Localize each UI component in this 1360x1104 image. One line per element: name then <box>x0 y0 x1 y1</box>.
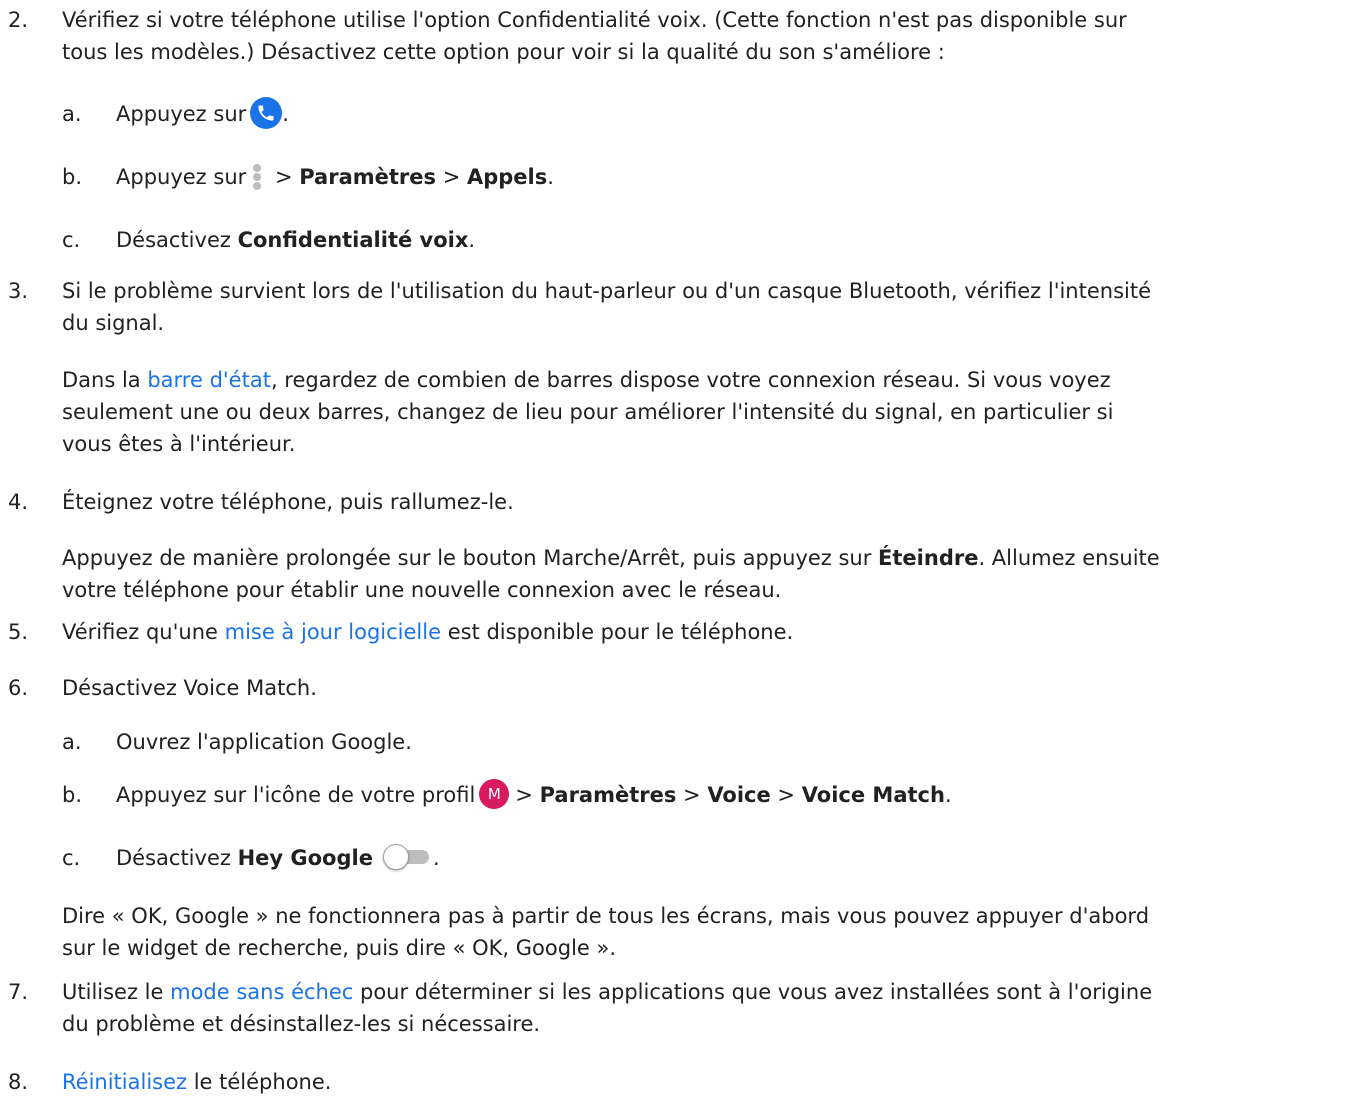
toggle-off-icon <box>381 841 433 873</box>
menu-path-voice-match: Voice Match <box>801 783 945 807</box>
step-number: 7. <box>8 980 29 1004</box>
setting-name: Hey Google <box>237 846 373 870</box>
step-3-detail: Dans la barre d'état, regardez de combie… <box>62 368 1114 456</box>
menu-path-settings: Paramètres <box>299 165 437 189</box>
menu-path-voice: Voice <box>707 783 771 807</box>
status-bar-link[interactable]: barre d'état <box>147 368 271 392</box>
substep-text: Appuyez sur <box>116 165 247 189</box>
step-number: 3. <box>8 279 29 303</box>
setting-name: Confidentialité voix <box>237 228 469 252</box>
substep-letter: c. <box>62 846 81 870</box>
step-6-note: Dire « OK, Google » ne fonctionnera pas … <box>62 904 1150 960</box>
profile-avatar-icon: M <box>479 779 510 809</box>
step-text-line: tous les modèles.) Désactivez cette opti… <box>62 40 945 64</box>
step-number: 2. <box>8 8 29 32</box>
step-number: 8. <box>8 1070 29 1094</box>
menu-path-settings: Paramètres <box>539 783 677 807</box>
step-number: 5. <box>8 620 29 644</box>
software-update-link[interactable]: mise à jour logicielle <box>225 620 441 644</box>
substep-letter: b. <box>62 165 83 189</box>
step-text-line: Désactivez Voice Match. <box>62 676 317 700</box>
substep-letter: b. <box>62 783 83 807</box>
step-text-line: Éteignez votre téléphone, puis rallumez-… <box>62 490 514 514</box>
step-text-line: du signal. <box>62 311 165 335</box>
step-number: 4. <box>8 490 29 514</box>
substep-text: Appuyez sur <box>116 102 247 126</box>
step-text-line: Si le problème survient lors de l'utilis… <box>62 279 1152 303</box>
step-text-line: Vérifiez si votre téléphone utilise l'op… <box>62 8 1127 32</box>
help-article: 2. Vérifiez si votre téléphone utilise l… <box>0 0 1360 1104</box>
power-off-label: Éteindre <box>878 546 979 570</box>
reset-link[interactable]: Réinitialisez <box>62 1070 187 1094</box>
substep-letter: c. <box>62 228 81 252</box>
substep-letter: a. <box>62 102 82 126</box>
safe-mode-link[interactable]: mode sans échec <box>170 980 353 1004</box>
menu-path-calls: Appels <box>466 165 548 189</box>
step-number: 6. <box>8 676 29 700</box>
phone-icon <box>250 97 283 129</box>
substep-letter: a. <box>62 730 82 754</box>
more-vert-icon <box>250 160 264 192</box>
step-4-detail: Appuyez de manière prolongée sur le bout… <box>62 546 1160 602</box>
